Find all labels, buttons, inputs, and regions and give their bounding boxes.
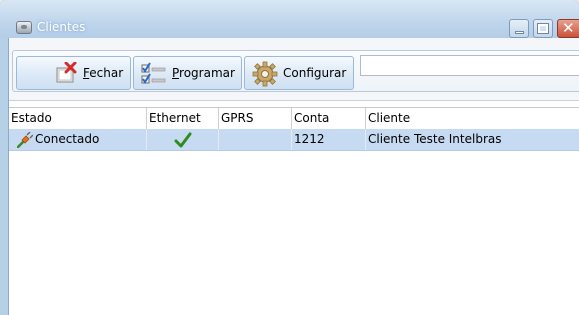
table-row[interactable]: Conectado 1212 Cliente Teste Intelbras [9, 129, 579, 151]
estado-cell: Conectado [9, 129, 147, 150]
conta-cell: 1212 [292, 129, 366, 150]
estado-value: Conectado [35, 132, 100, 146]
ethernet-cell [147, 129, 219, 150]
fechar-label: Fechar [83, 66, 124, 80]
toolbar-input[interactable] [360, 55, 579, 76]
app-icon [16, 21, 32, 34]
gear-icon [252, 61, 278, 87]
close-button[interactable]: ✕ [557, 19, 579, 38]
check-icon [174, 132, 192, 148]
configurar-label: Configurar [283, 66, 347, 80]
checklist-icon [141, 62, 166, 84]
clientes-window: Clientes ✕ Fechar Programar Configurar E… [0, 0, 579, 315]
minimize-button[interactable] [509, 19, 529, 38]
grid-header: Estado Ethernet GPRS Conta Cliente [9, 107, 579, 130]
column-header-gprs[interactable]: GPRS [219, 108, 292, 129]
fechar-button[interactable]: Fechar [16, 56, 131, 90]
programar-label: Programar [172, 66, 235, 80]
title-bar[interactable]: Clientes ✕ [0, 0, 579, 38]
clients-grid: Estado Ethernet GPRS Conta Cliente Conec… [9, 101, 579, 315]
window-content: Fechar Programar Configurar Estado Ether… [8, 38, 579, 315]
gprs-cell [219, 129, 292, 150]
cliente-cell: Cliente Teste Intelbras [368, 132, 502, 146]
toolbar: Fechar Programar Configurar [9, 38, 579, 101]
maximize-button[interactable] [533, 19, 553, 38]
window-title: Clientes [37, 20, 86, 34]
column-header-conta[interactable]: Conta [292, 108, 366, 129]
programar-button[interactable]: Programar [133, 56, 242, 90]
column-header-estado[interactable]: Estado [9, 108, 147, 129]
column-header-cliente[interactable]: Cliente [366, 108, 579, 129]
column-header-ethernet[interactable]: Ethernet [147, 108, 219, 129]
close-document-icon [56, 62, 77, 83]
close-icon: ✕ [562, 19, 575, 37]
configurar-button[interactable]: Configurar [244, 56, 354, 90]
plug-icon [17, 132, 33, 148]
